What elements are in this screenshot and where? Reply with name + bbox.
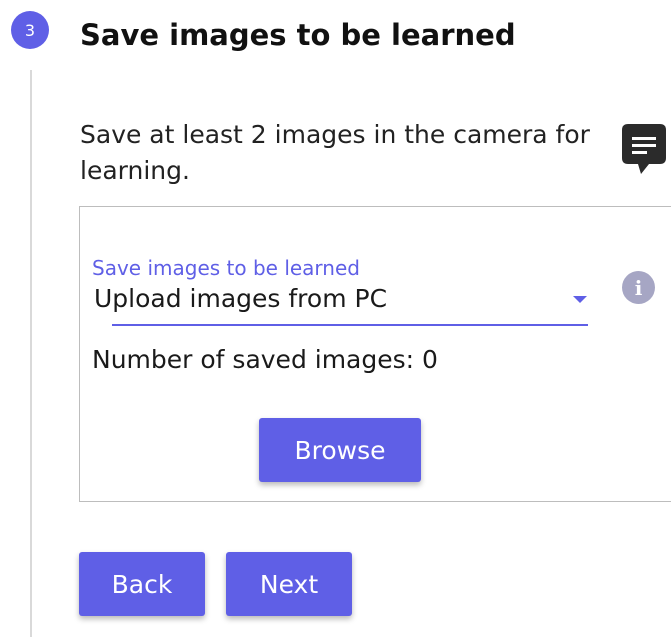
- image-source-label: Save images to be learned: [92, 256, 360, 280]
- caret-down-icon[interactable]: [573, 296, 587, 303]
- info-icon[interactable]: i: [622, 271, 655, 304]
- saved-images-count: Number of saved images: 0: [92, 345, 438, 374]
- step-number-badge: 3: [11, 11, 49, 49]
- next-button[interactable]: Next: [226, 552, 352, 616]
- chat-bubble-icon[interactable]: [622, 124, 666, 176]
- browse-button[interactable]: Browse: [259, 418, 421, 482]
- step-instruction: Save at least 2 images in the camera for…: [80, 120, 590, 185]
- step-connector-line: [30, 70, 32, 637]
- back-button[interactable]: Back: [79, 552, 205, 616]
- image-source-select[interactable]: Upload images from PC: [94, 284, 387, 313]
- step-title: Save images to be learned: [80, 18, 516, 52]
- image-source-underline: [112, 324, 588, 326]
